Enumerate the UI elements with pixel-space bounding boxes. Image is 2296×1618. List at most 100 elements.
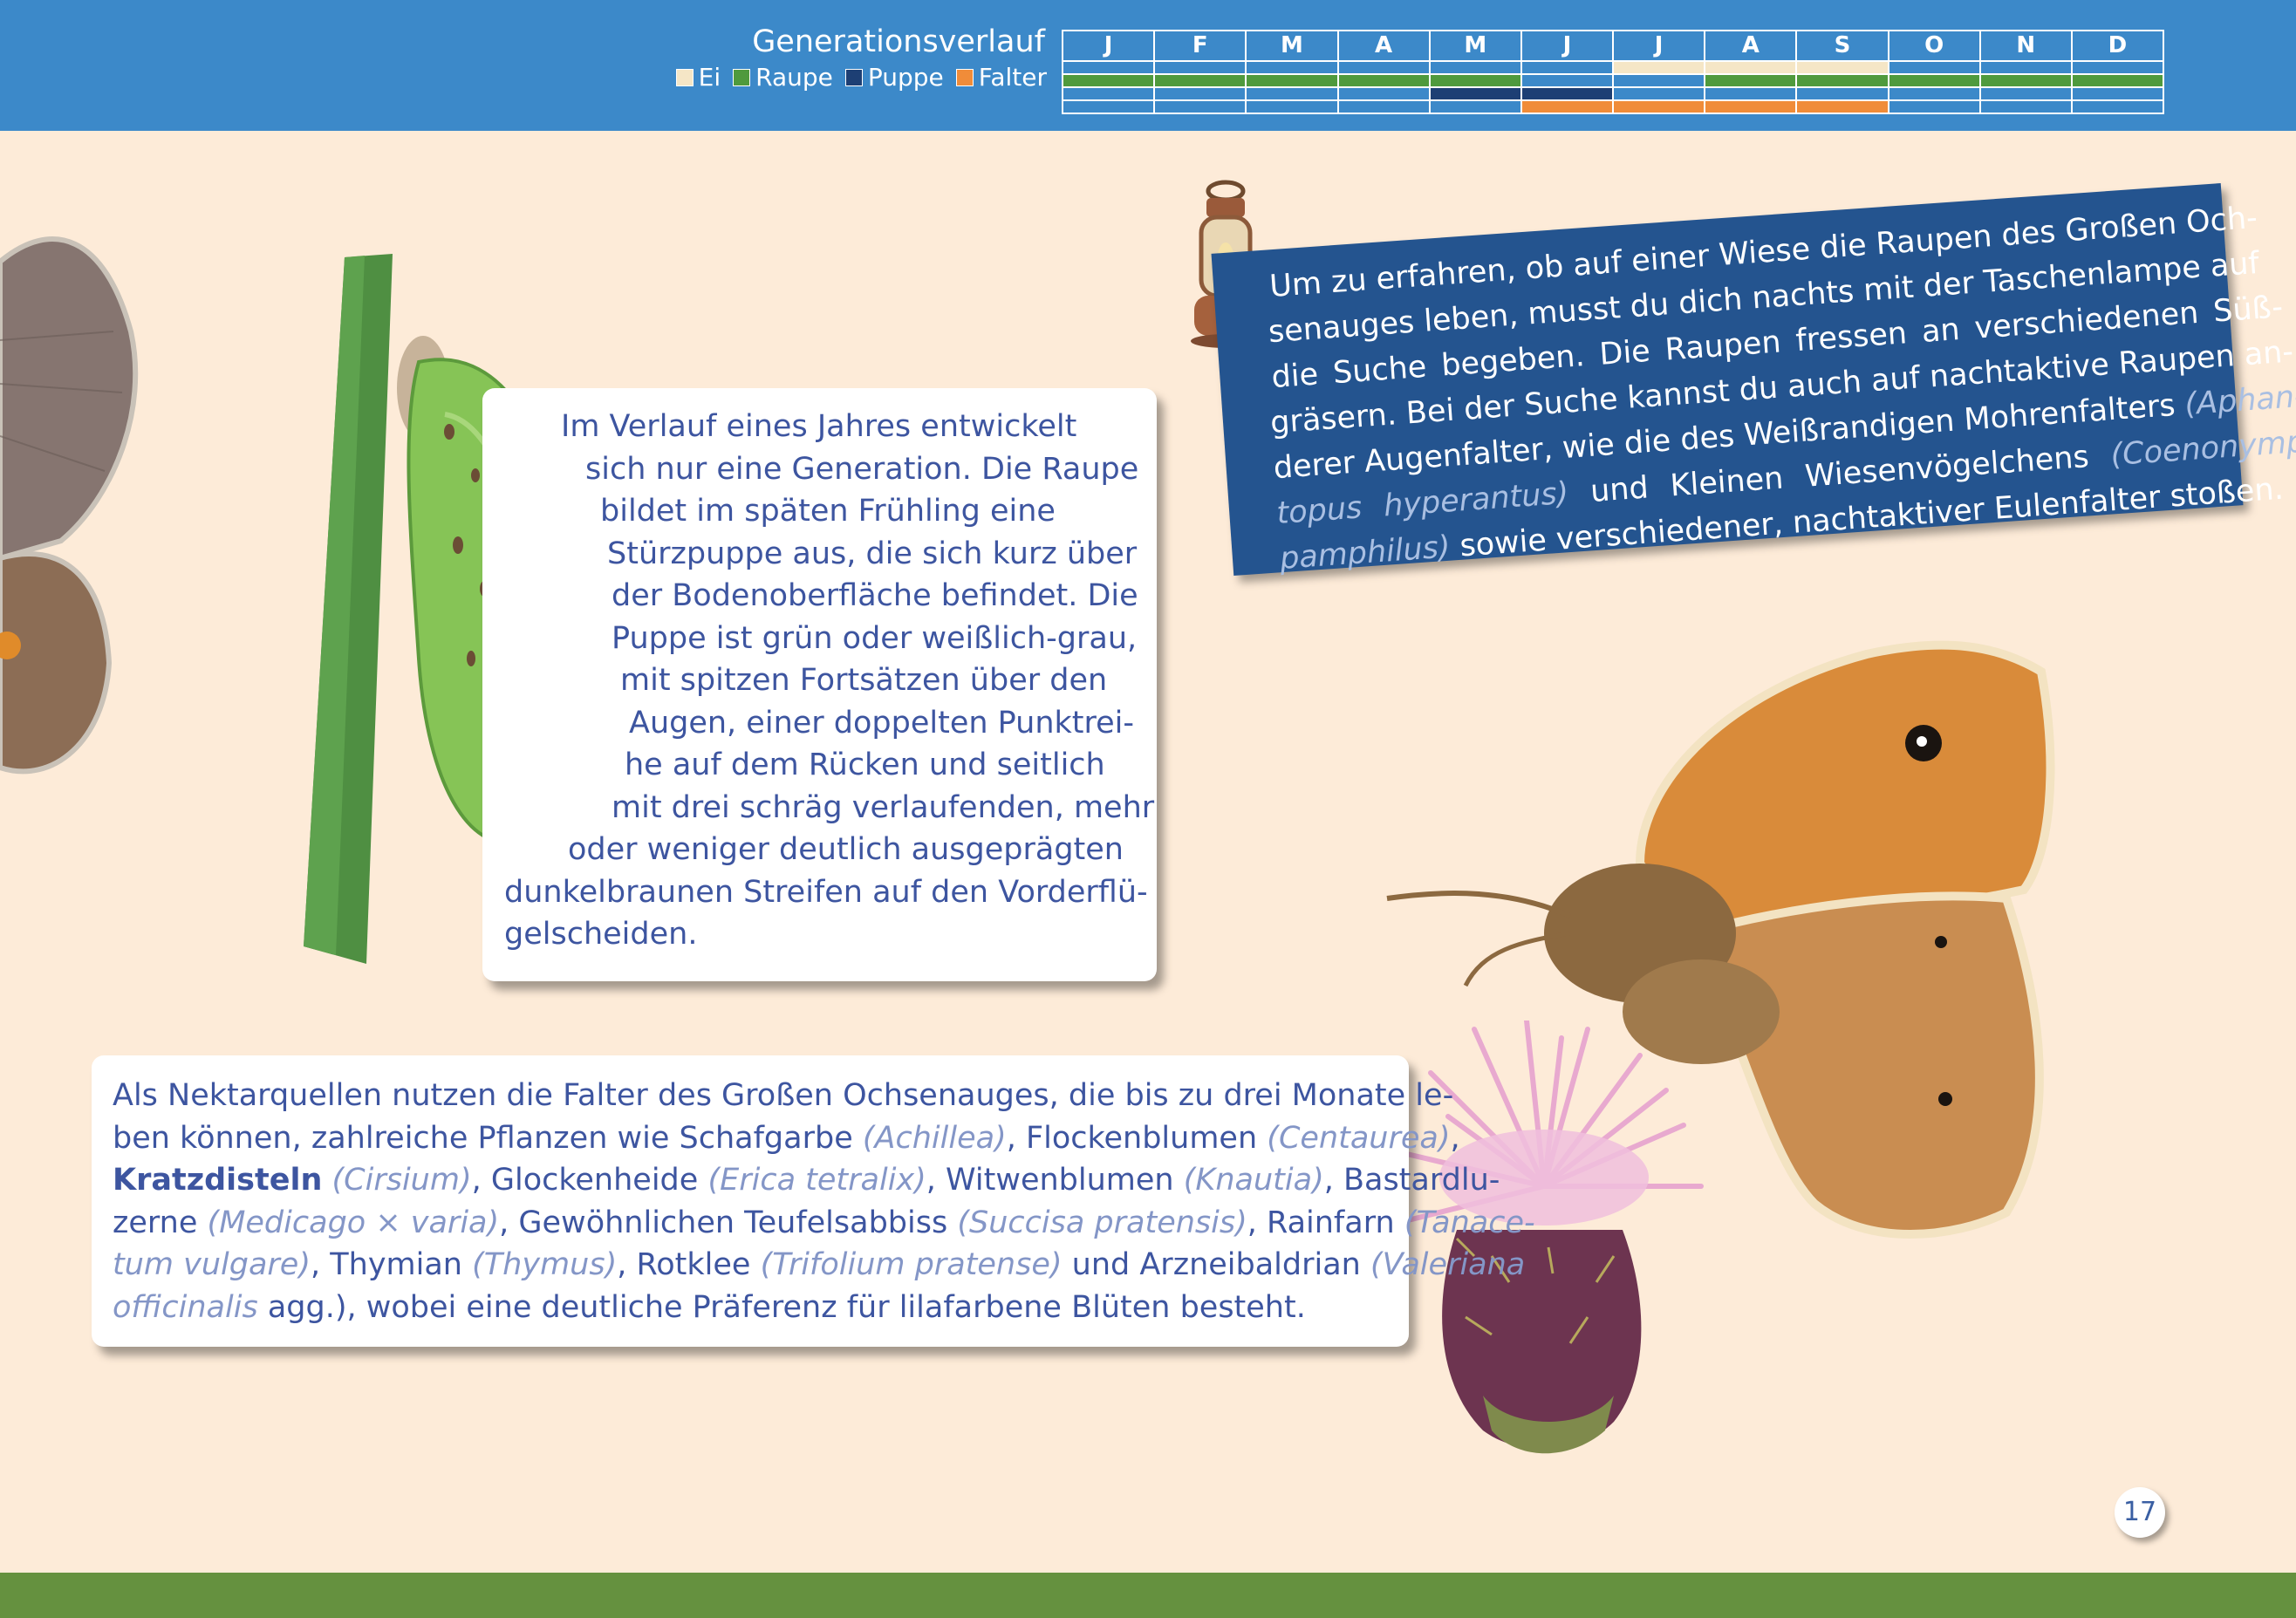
month-label: J bbox=[1522, 31, 1615, 60]
pupa-text-line: mit drei schräg verlaufenden, mehr bbox=[612, 789, 1155, 825]
generation-legend: Ei Raupe Puppe Falter bbox=[663, 63, 1047, 92]
nectar-fragment: , Thymian bbox=[311, 1247, 462, 1282]
stage-cell-falter bbox=[1338, 101, 1431, 113]
info-banner-text: Um zu erfahren, ob auf einer Wiese die R… bbox=[1260, 198, 2296, 582]
stage-cell-ei bbox=[1797, 62, 1889, 73]
row-raupe bbox=[1063, 75, 2163, 88]
nectar-text-line: Kratzdisteln (Cirsium), Glockenheide (Er… bbox=[113, 1159, 1500, 1202]
stage-cell-ei bbox=[1521, 62, 1615, 73]
nectar-fragment: ben können, zahlreiche Pflanzen wie Scha… bbox=[113, 1120, 853, 1156]
nectar-text-line: officinalis agg.), wobei eine deutliche … bbox=[113, 1287, 1409, 1329]
stage-cell-puppe bbox=[1705, 88, 1798, 99]
stage-cell-falter bbox=[1980, 101, 2073, 113]
nectar-fragment: und Arzneibaldrian bbox=[1071, 1247, 1361, 1282]
legend-item: Falter bbox=[955, 63, 1047, 92]
stage-cell-ei bbox=[1705, 62, 1798, 73]
legend-label: Puppe bbox=[867, 63, 944, 92]
nectar-latin-name: tum vulgare) bbox=[113, 1247, 311, 1282]
stage-cell-raupe bbox=[2072, 75, 2163, 86]
nectar-text-line: tum vulgare), Thymian (Thymus), Rotklee … bbox=[113, 1244, 1525, 1287]
nectar-fragment: agg.) bbox=[267, 1289, 347, 1325]
stage-cell-puppe bbox=[1521, 88, 1615, 99]
stage-cell-ei bbox=[2072, 62, 2163, 73]
stage-cell-raupe bbox=[1980, 75, 2073, 86]
stage-cell-raupe bbox=[1705, 75, 1798, 86]
pupa-text-line: Augen, einer doppelten Punktrei- bbox=[629, 705, 1135, 741]
pupa-text-line: oder weniger deutlich ausgeprägten bbox=[568, 832, 1124, 867]
stage-cell-ei bbox=[1155, 62, 1247, 73]
nectar-latin-name: (Erica tetralix) bbox=[707, 1163, 926, 1198]
pupa-text-line: he auf dem Rücken und seitlich bbox=[625, 748, 1105, 782]
footer-bar bbox=[0, 1573, 2296, 1618]
stage-cell-falter bbox=[1430, 101, 1522, 113]
generation-table: JFMAMJJASOND bbox=[1062, 30, 2164, 114]
stage-cell-falter bbox=[1614, 101, 1706, 113]
month-label: D bbox=[2108, 32, 2128, 58]
banner-latin-name: pamphilus) bbox=[1278, 529, 1452, 577]
nectar-fragment: , Witwenblumen bbox=[926, 1163, 1174, 1198]
month-label: M bbox=[1431, 31, 1522, 60]
month-label: J bbox=[1614, 31, 1706, 60]
nectar-latin-name: (Cirsium) bbox=[331, 1163, 472, 1198]
stage-cell-raupe bbox=[1338, 75, 1431, 86]
nectar-text-line: ben können, zahlreiche Pflanzen wie Scha… bbox=[113, 1117, 1460, 1160]
nectar-latin-name: (Trifolium pratense) bbox=[760, 1247, 1063, 1282]
nectar-fragment: , Glockenheide bbox=[471, 1163, 699, 1198]
month-label: M bbox=[1247, 31, 1339, 60]
nectar-latin-name: (Knautia) bbox=[1183, 1163, 1324, 1198]
stage-cell-puppe bbox=[1430, 88, 1522, 99]
nectar-latin-name: (Succisa pratensis) bbox=[957, 1205, 1247, 1240]
nectar-latin-name: (Tanace- bbox=[1404, 1205, 1535, 1240]
row-puppe bbox=[1063, 88, 2163, 101]
stage-cell-puppe bbox=[1338, 88, 1431, 99]
pupa-text-line: Im Verlauf eines Jahres entwickelt bbox=[561, 409, 1077, 444]
stage-cell-falter bbox=[1155, 101, 1247, 113]
stage-cell-raupe bbox=[1797, 75, 1889, 86]
row-ei bbox=[1063, 62, 2163, 75]
stage-cell-falter bbox=[1521, 101, 1615, 113]
pupa-text-line: Stürzpuppe aus, die sich kurz über bbox=[607, 536, 1138, 571]
stage-cell-falter bbox=[1063, 101, 1156, 113]
stage-cell-puppe bbox=[1980, 88, 2073, 99]
stage-cell-falter bbox=[1889, 101, 1981, 113]
nectar-bold-name: Kratzdisteln bbox=[113, 1163, 323, 1198]
header-bar: Generationsverlauf Ei Raupe Puppe Falter JF… bbox=[0, 0, 2296, 131]
legend-label: Ei bbox=[698, 63, 721, 92]
butterfly-left-illustration bbox=[0, 236, 139, 775]
legend-swatch bbox=[675, 68, 694, 86]
legend-swatch bbox=[844, 68, 863, 86]
pupa-text-line: sich nur eine Generation. Die Raupe bbox=[585, 451, 1139, 487]
legend-label: Falter bbox=[978, 63, 1047, 92]
stage-cell-ei bbox=[1338, 62, 1431, 73]
legend-swatch bbox=[733, 68, 751, 86]
pupa-text-line: Puppe ist grün oder weißlich-grau, bbox=[612, 620, 1138, 656]
nectar-text-box: Als Nektarquellen nutzen die Falter des … bbox=[92, 1055, 1535, 1347]
stage-cell-raupe bbox=[1430, 75, 1522, 86]
stage-cell-raupe bbox=[1614, 75, 1706, 86]
pupa-text-line: der Bodenoberfläche befindet. Die bbox=[612, 578, 1138, 613]
stage-cell-puppe bbox=[1889, 88, 1981, 99]
nectar-latin-name: (Medicago × varia) bbox=[207, 1205, 500, 1240]
legend-item: Ei bbox=[675, 63, 721, 92]
nectar-fragment: , bbox=[1450, 1120, 1460, 1156]
month-label: F bbox=[1155, 31, 1247, 60]
month-label: J bbox=[1063, 31, 1156, 60]
nectar-text-line: Als Nektarquellen nutzen die Falter des … bbox=[113, 1078, 1454, 1113]
stage-cell-puppe bbox=[1614, 88, 1706, 99]
banner-latin-name: (Aphan- bbox=[2183, 379, 2296, 423]
nectar-fragment: , Gewöhnlichen Teufelsabbiss bbox=[499, 1205, 948, 1240]
month-label: A bbox=[1339, 31, 1431, 60]
pupa-text-line: bildet im späten Frühling eine bbox=[600, 494, 1056, 529]
stage-cell-ei bbox=[1614, 62, 1706, 73]
stage-cell-puppe bbox=[2072, 88, 2163, 99]
legend-swatch bbox=[955, 68, 974, 86]
nectar-latin-name: (Centaurea) bbox=[1267, 1120, 1451, 1156]
nectar-fragment: , Rotklee bbox=[617, 1247, 751, 1282]
pupa-text-box: Im Verlauf eines Jahres entwickelt sich … bbox=[482, 388, 1157, 981]
nectar-latin-name: (Thymus) bbox=[472, 1247, 618, 1282]
pupa-text-line: dunkelbraunen Streifen auf den Vorderflü… bbox=[504, 874, 1148, 910]
stage-cell-ei bbox=[1247, 62, 1339, 73]
stage-cell-ei bbox=[1063, 62, 1156, 73]
month-label: N bbox=[1981, 31, 2073, 60]
legend-label: Raupe bbox=[755, 63, 833, 92]
